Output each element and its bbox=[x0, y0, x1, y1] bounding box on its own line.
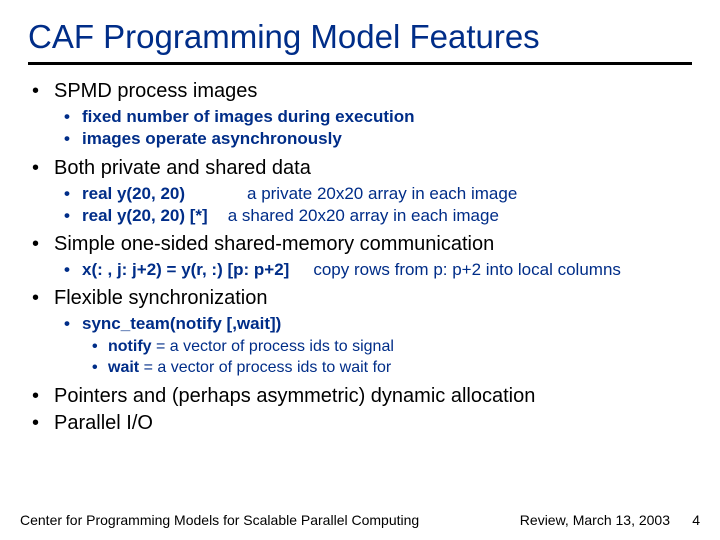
text: Simple one-sided shared-memory communica… bbox=[54, 233, 494, 255]
title-rule bbox=[28, 62, 692, 65]
page-number: 4 bbox=[692, 512, 700, 528]
subsub-bullet: notify = a vector of process ids to sign… bbox=[92, 337, 692, 357]
code: real y(20, 20) [*] bbox=[82, 206, 208, 225]
desc: copy rows from p: p+2 into local columns bbox=[313, 260, 621, 279]
kw: notify bbox=[108, 338, 152, 355]
text: fixed number of images during execution bbox=[82, 107, 415, 126]
sublist: sync_team(notify [,wait]) notify = a vec… bbox=[32, 313, 692, 377]
subsub-bullet: wait = a vector of process ids to wait f… bbox=[92, 358, 692, 378]
text: Parallel I/O bbox=[54, 412, 153, 434]
bullet-communication: Simple one-sided shared-memory communica… bbox=[32, 232, 692, 280]
subsublist: notify = a vector of process ids to sign… bbox=[64, 337, 692, 378]
sub-bullet: real y(20, 20) [*] a shared 20x20 array i… bbox=[64, 205, 692, 226]
bullet-parallel-io: Parallel I/O bbox=[32, 411, 692, 436]
text: images operate asynchronously bbox=[82, 129, 342, 148]
code: real y(20, 20) bbox=[82, 184, 185, 203]
sublist: fixed number of images during execution … bbox=[32, 106, 692, 150]
bullet-list: SPMD process images fixed number of imag… bbox=[28, 79, 692, 436]
sublist: x(: , j: j+2) = y(r, :) [p: p+2] copy row… bbox=[32, 259, 692, 280]
sub-bullet: x(: , j: j+2) = y(r, :) [p: p+2] copy row… bbox=[64, 259, 692, 280]
sub-bullet: fixed number of images during execution bbox=[64, 106, 692, 127]
footer-right: Review, March 13, 2003 bbox=[520, 512, 670, 528]
text: Pointers and (perhaps asymmetric) dynami… bbox=[54, 385, 535, 407]
bullet-spmd: SPMD process images fixed number of imag… bbox=[32, 79, 692, 150]
sub-bullet: sync_team(notify [,wait]) notify = a vec… bbox=[64, 313, 692, 377]
desc: a private 20x20 array in each image bbox=[247, 184, 517, 203]
desc: a shared 20x20 array in each image bbox=[228, 206, 499, 225]
sub-bullet: images operate asynchronously bbox=[64, 128, 692, 149]
sub-bullet: real y(20, 20) a private 20x20 array in e… bbox=[64, 183, 692, 204]
text: Both private and shared data bbox=[54, 157, 311, 179]
bullet-synchronization: Flexible synchronization sync_team(notif… bbox=[32, 286, 692, 377]
text: SPMD process images bbox=[54, 80, 257, 102]
desc: = a vector of process ids to signal bbox=[152, 338, 394, 355]
desc: = a vector of process ids to wait for bbox=[139, 359, 391, 376]
bullet-pointers: Pointers and (perhaps asymmetric) dynami… bbox=[32, 384, 692, 409]
slide-title: CAF Programming Model Features bbox=[28, 18, 692, 56]
bullet-private-shared: Both private and shared data real y(20, … bbox=[32, 156, 692, 227]
text: Flexible synchronization bbox=[54, 287, 267, 309]
kw: wait bbox=[108, 359, 139, 376]
code: x(: , j: j+2) = y(r, :) [p: p+2] bbox=[82, 260, 289, 279]
code: sync_team(notify [,wait]) bbox=[82, 314, 281, 333]
footer-left: Center for Programming Models for Scalab… bbox=[20, 512, 419, 528]
slide: CAF Programming Model Features SPMD proc… bbox=[0, 0, 720, 540]
sublist: real y(20, 20) a private 20x20 array in e… bbox=[32, 183, 692, 227]
